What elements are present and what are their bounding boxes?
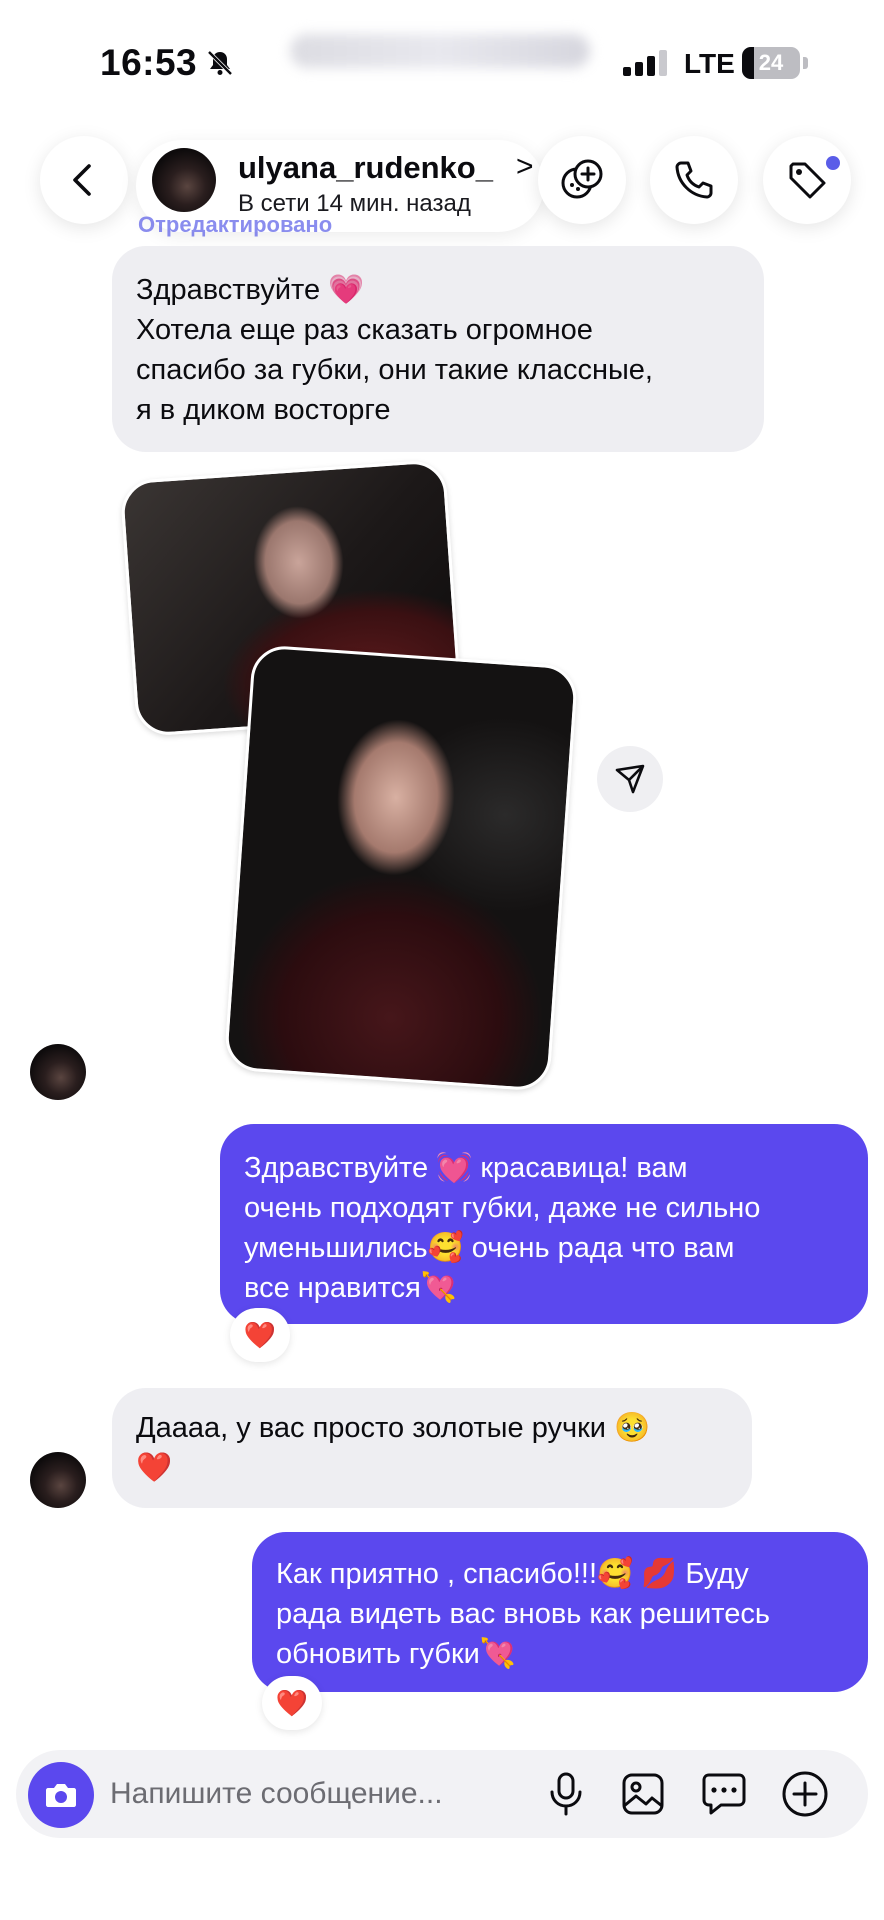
message-line: Здравствуйте 💓 красавица! вам <box>244 1152 688 1184</box>
message-line: все нравится💘 <box>244 1272 457 1304</box>
battery-tip <box>803 57 808 69</box>
gallery-icon <box>622 1773 664 1815</box>
reaction-badge[interactable]: ❤️ <box>262 1676 322 1730</box>
message-bubble-outgoing[interactable]: Здравствуйте 💓 красавица! вам очень подх… <box>220 1124 868 1324</box>
message-bubble-incoming[interactable]: Даааа, у вас просто золотые ручки 🥹 ❤️ <box>112 1388 752 1508</box>
back-arrow-icon <box>73 164 91 196</box>
edited-label: Отредактировано <box>138 212 333 237</box>
signal-icon <box>623 50 669 76</box>
message-line: я в диком восторге <box>136 394 391 426</box>
call-button[interactable] <box>650 136 738 224</box>
sender-avatar[interactable] <box>30 1452 86 1508</box>
mute-bell-icon <box>205 48 235 78</box>
photo-attachment[interactable] <box>223 644 579 1092</box>
heart-reaction: ❤️ <box>275 1687 309 1718</box>
share-button[interactable] <box>597 746 663 812</box>
microphone-icon <box>550 1772 582 1816</box>
chat-bubble-icon <box>702 1773 746 1815</box>
phone-icon <box>675 161 713 199</box>
gallery-button[interactable] <box>617 1768 669 1820</box>
avatar[interactable] <box>152 148 216 212</box>
message-line: Даааа, у вас просто золотые ручки 🥹 <box>136 1412 651 1444</box>
battery-indicator: 24 <box>742 47 800 79</box>
message-line: уменьшились🥰 очень рада что вам <box>244 1232 735 1264</box>
network-label: LTE <box>684 48 735 79</box>
add-button[interactable] <box>779 1768 831 1820</box>
message-line: рада видеть вас вновь как решитесь <box>276 1598 771 1630</box>
message-line: обновить губки💘 <box>276 1638 516 1670</box>
message-bubble-outgoing[interactable]: Как приятно , спасибо!!!🥰 💋 Буду рада ви… <box>252 1532 868 1692</box>
username[interactable]: ulyana_rudenko_ <box>238 150 493 186</box>
tag-button[interactable] <box>763 136 851 224</box>
blurred-banner <box>290 34 590 68</box>
battery-level: 24 <box>758 50 784 75</box>
message-line: спасибо за губки, они такие классные, <box>136 354 653 386</box>
message-line: Хотела еще раз сказать огромное <box>136 314 593 346</box>
status-time: 16:53 <box>100 42 198 83</box>
back-button[interactable] <box>40 136 128 224</box>
heart-reaction: ❤️ <box>243 1319 277 1350</box>
chevron-right-icon: > <box>516 150 534 183</box>
message-bubble-incoming[interactable]: Здравствуйте 💗 Хотела еще раз сказать ог… <box>112 246 764 452</box>
camera-icon <box>46 1784 76 1807</box>
sender-avatar[interactable] <box>30 1044 86 1100</box>
reaction-badge[interactable]: ❤️ <box>230 1308 290 1362</box>
tag-icon <box>789 162 826 199</box>
sticker-add-icon <box>561 159 603 199</box>
message-input[interactable] <box>110 1772 490 1816</box>
plus-circle-icon <box>782 1771 828 1817</box>
camera-button[interactable] <box>28 1762 94 1828</box>
message-line: ❤️ <box>136 1452 173 1484</box>
message-line: Здравствуйте 💗 <box>136 274 365 306</box>
message-line: Как приятно , спасибо!!!🥰 💋 Буду <box>276 1558 749 1590</box>
message-line: очень подходят губки, даже не сильно <box>244 1192 761 1224</box>
microphone-button[interactable] <box>540 1768 592 1820</box>
chat-options-button[interactable] <box>698 1768 750 1820</box>
share-send-icon <box>615 764 645 794</box>
sticker-button[interactable] <box>538 136 626 224</box>
notification-dot <box>826 156 840 170</box>
